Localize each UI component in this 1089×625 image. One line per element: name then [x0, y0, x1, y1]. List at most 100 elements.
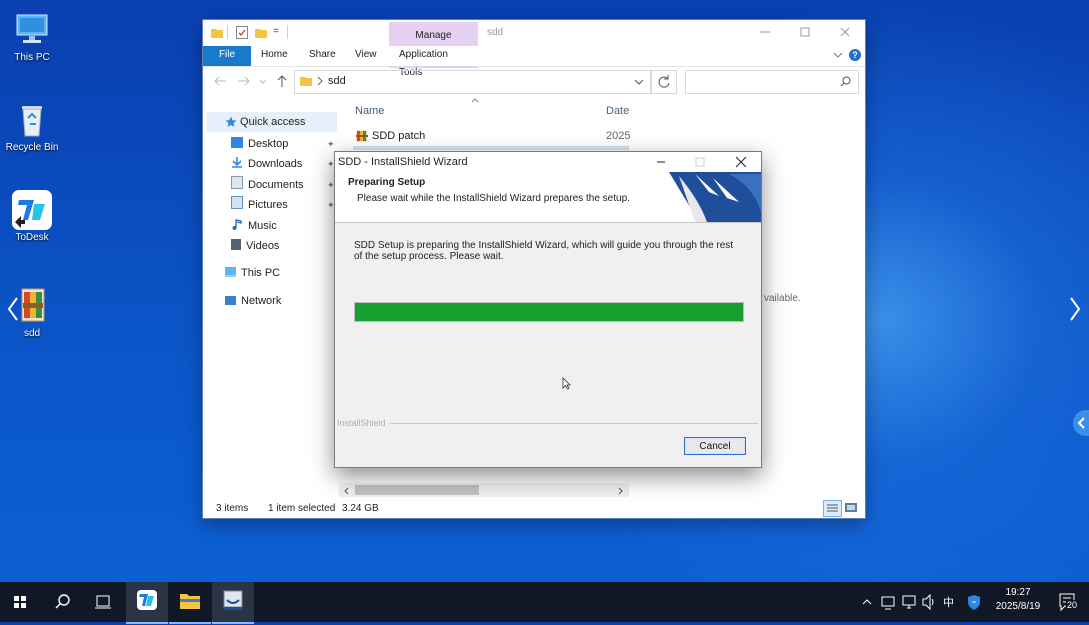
scrollbar-thumb[interactable]	[355, 485, 479, 495]
clock-time: 19:27	[1005, 587, 1031, 598]
minimize-button[interactable]	[755, 24, 775, 40]
address-bar[interactable]: sdd	[294, 70, 651, 94]
nav-item-desktop[interactable]: Desktop ✦	[231, 135, 339, 153]
tab-file[interactable]: File	[203, 46, 251, 66]
clock-date: 2025/8/19	[995, 601, 1041, 612]
forward-arrow-icon[interactable]	[237, 75, 251, 90]
dialog-heading: Preparing Setup	[348, 177, 426, 188]
partial-details-text: vailable.	[764, 293, 801, 304]
tab-share[interactable]: Share	[299, 46, 346, 66]
desktop-icon-label: sdd	[23, 328, 41, 339]
computer-icon	[225, 267, 236, 277]
volume-icon[interactable]	[921, 582, 937, 622]
taskbar-installer-button[interactable]	[212, 582, 254, 624]
dialog-header: Preparing Setup Please wait while the In…	[335, 172, 761, 223]
status-bar: 3 items 1 item selected 3.24 GB	[203, 498, 865, 518]
back-arrow-icon[interactable]	[213, 75, 227, 90]
selected-row[interactable]	[353, 146, 629, 150]
new-folder-icon[interactable]	[255, 27, 267, 42]
taskbar-todesk-button[interactable]	[126, 582, 168, 624]
properties-icon[interactable]	[236, 26, 248, 42]
ribbon-tab-bar: File Home Share View Application Tools ?	[203, 46, 865, 78]
input-method-indicator[interactable]: 中	[943, 594, 954, 610]
taskbar-file-explorer-button[interactable]	[169, 582, 211, 624]
cancel-button[interactable]: Cancel	[684, 437, 746, 455]
desktop-icon-recycle-bin[interactable]: Recycle Bin	[0, 100, 64, 153]
desktop-icon-this-pc[interactable]: This PC	[0, 10, 64, 63]
selection-count: 1 item selected	[268, 503, 336, 514]
music-note-icon	[231, 218, 243, 230]
breadcrumb-sdd[interactable]: sdd	[328, 75, 346, 87]
computer-icon	[12, 10, 52, 50]
security-shield-icon[interactable]	[966, 582, 982, 622]
video-icon	[231, 239, 241, 250]
list-item[interactable]: SDD patch 2025	[353, 128, 631, 146]
remote-connection-icon[interactable]	[880, 582, 896, 622]
download-arrow-icon	[231, 156, 243, 168]
nav-item-downloads[interactable]: Downloads ✦	[231, 155, 339, 173]
scroll-left-arrow-icon[interactable]	[6, 296, 20, 322]
search-input[interactable]	[685, 70, 859, 94]
nav-item-documents[interactable]: Documents ✦	[231, 176, 339, 194]
horizontal-scrollbar[interactable]	[339, 483, 629, 497]
sort-ascending-icon	[471, 94, 479, 106]
close-button[interactable]	[835, 24, 855, 40]
folder-icon	[211, 27, 223, 42]
clock[interactable]: 19:27 2025/8/19	[990, 582, 1046, 622]
nav-item-pictures[interactable]: Pictures ✦	[231, 196, 339, 214]
maximize-button[interactable]	[795, 24, 815, 40]
manage-context-tab[interactable]: Manage	[389, 22, 478, 46]
nav-item-this-pc[interactable]: This PC	[225, 264, 339, 282]
file-name: SDD patch	[372, 130, 426, 142]
show-hidden-icons-chevron-icon[interactable]	[860, 582, 874, 622]
network-status-icon[interactable]	[901, 582, 917, 622]
up-arrow-icon[interactable]	[276, 74, 288, 91]
file-date: 2025	[606, 130, 631, 142]
scroll-left-icon[interactable]	[343, 486, 350, 498]
search-button[interactable]	[42, 582, 82, 622]
tab-view[interactable]: View	[345, 46, 387, 66]
dialog-subheading: Please wait while the InstallShield Wiza…	[357, 193, 630, 204]
nav-item-music[interactable]: Music	[231, 217, 339, 235]
scroll-right-icon[interactable]	[617, 486, 624, 498]
item-count: 3 items	[216, 503, 249, 514]
taskbar: 中 19:27 2025/8/19 20	[0, 582, 1089, 624]
close-button[interactable]	[733, 154, 749, 170]
scroll-right-arrow-icon[interactable]	[1068, 296, 1082, 322]
window-title: sdd	[487, 27, 504, 38]
desktop-icon-label: ToDesk	[15, 232, 49, 243]
column-header-date[interactable]: Date	[606, 105, 629, 117]
task-view-button[interactable]	[83, 582, 123, 622]
start-button[interactable]	[0, 582, 40, 622]
progress-bar-fill	[355, 303, 743, 321]
address-dropdown-chevron-icon[interactable]	[634, 77, 644, 89]
archive-file-icon	[355, 129, 369, 146]
folder-icon	[300, 75, 312, 90]
maximize-button	[692, 154, 708, 170]
chevron-down-icon[interactable]	[833, 50, 843, 63]
side-panel-toggle-button[interactable]	[1073, 410, 1089, 436]
recent-locations-chevron-icon[interactable]	[259, 77, 267, 89]
desktop-icon-todesk[interactable]: ToDesk	[0, 190, 64, 243]
column-header-name[interactable]: Name	[355, 105, 384, 117]
large-icons-view-button[interactable]	[844, 501, 858, 517]
tab-application-tools[interactable]: Application Tools	[389, 46, 478, 78]
refresh-button[interactable]	[651, 70, 677, 94]
nav-item-quick-access[interactable]: Quick access	[207, 112, 337, 132]
minimize-button[interactable]	[653, 154, 669, 170]
star-icon	[225, 116, 237, 131]
details-view-button[interactable]	[823, 500, 842, 517]
todesk-app-icon	[12, 190, 52, 230]
nav-item-videos[interactable]: Videos	[231, 237, 339, 255]
notification-count-badge: 20	[1066, 600, 1079, 610]
installshield-brand: InstallShield	[337, 418, 386, 428]
recycle-bin-icon	[12, 100, 52, 140]
notification-center-icon[interactable]: 20	[1056, 582, 1080, 622]
help-icon[interactable]: ?	[849, 49, 861, 61]
customize-quick-access-button[interactable]: =	[273, 26, 279, 37]
dialog-body-text: SDD Setup is preparing the InstallShield…	[354, 240, 734, 262]
tab-home[interactable]: Home	[251, 46, 298, 66]
network-icon	[225, 296, 236, 305]
nav-item-network[interactable]: Network	[225, 292, 339, 310]
desktop-icon	[231, 137, 243, 148]
